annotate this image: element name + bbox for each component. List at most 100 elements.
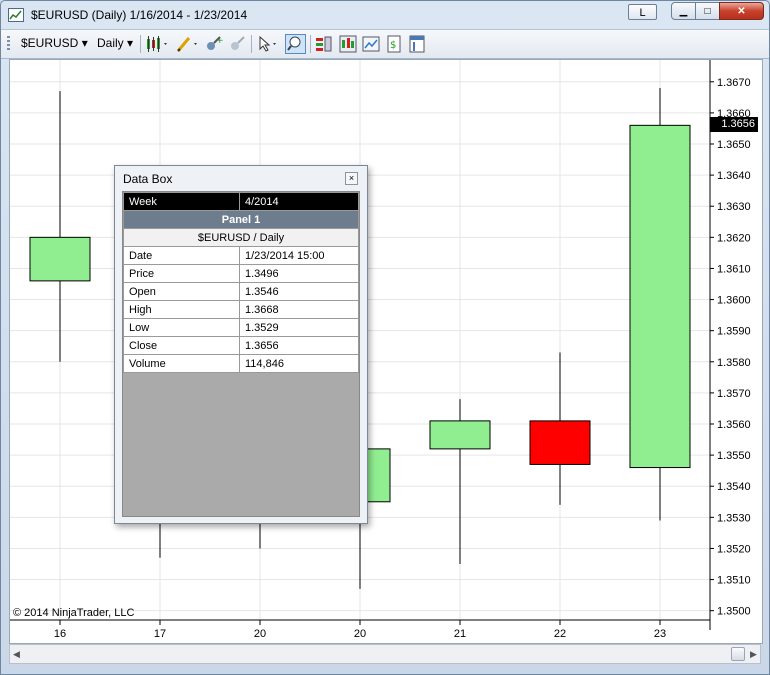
data-box-table: Week 4/2014 Panel 1 $EURUSD / Daily Date… (123, 192, 359, 373)
window-title: $EURUSD (Daily) 1/16/2014 - 1/23/2014 (31, 8, 248, 22)
instrument-label: $EURUSD (21, 36, 79, 50)
row-value: 1.3546 (239, 282, 359, 301)
instrument-row: $EURUSD / Daily (123, 228, 359, 247)
export-icon[interactable]: $ (385, 35, 403, 53)
row-value: 1.3668 (239, 300, 359, 319)
row-value: 1.3496 (239, 264, 359, 283)
candle-body[interactable] (529, 420, 591, 465)
toolbar-grip[interactable] (7, 36, 10, 52)
candle-body[interactable] (429, 420, 491, 450)
row-label: Close (123, 336, 240, 355)
table-row: Open 1.3546 (123, 282, 359, 301)
row-label: Low (123, 318, 240, 337)
y-tick-label: 1.3590 (717, 326, 751, 338)
scroll-left-icon[interactable]: ◀ (13, 649, 20, 660)
drawing-tools-icon[interactable] (176, 35, 197, 53)
scroll-right-icon[interactable]: ▶ (750, 649, 757, 660)
chart-window: $EURUSD (Daily) 1/16/2014 - 1/23/2014 L … (0, 0, 770, 675)
row-label: Volume (123, 354, 240, 373)
cursor-icon[interactable] (257, 35, 276, 53)
last-price-marker: 1.3656 (710, 117, 758, 133)
minimize-button[interactable]: ▁ (671, 2, 696, 20)
data-box-window[interactable]: Data Box × Week 4/2014 Panel 1 $EURUSD /… (114, 165, 368, 524)
row-label: Date (123, 246, 240, 265)
x-tick-label: 17 (154, 628, 166, 640)
instrument-selector[interactable]: $EURUSD ▾ (21, 36, 88, 50)
candle-body[interactable] (629, 124, 691, 469)
link-button[interactable]: L (628, 4, 657, 20)
chevron-down-icon: ▾ (81, 36, 88, 50)
x-tick-label: 20 (354, 628, 366, 640)
properties-icon[interactable] (408, 35, 426, 53)
x-tick-label: 20 (254, 628, 266, 640)
x-tick-label: 16 (54, 628, 66, 640)
bar-type-icon[interactable] (146, 35, 167, 53)
y-tick-label: 1.3530 (717, 512, 751, 524)
interval-selector[interactable]: Daily ▾ (97, 36, 133, 50)
y-tick-label: 1.3610 (717, 263, 751, 275)
row-value: 1.3529 (239, 318, 359, 337)
y-tick-label: 1.3600 (717, 295, 751, 307)
row-label: High (123, 300, 240, 319)
maximize-button[interactable]: □ (695, 2, 720, 20)
y-tick-label: 1.3500 (717, 606, 751, 618)
y-tick-label: 1.3510 (717, 575, 751, 587)
svg-text:$: $ (390, 40, 396, 51)
zoom-icon[interactable] (285, 34, 306, 54)
indicators-icon[interactable]: + (205, 35, 224, 53)
period-row: Week 4/2014 (123, 192, 359, 211)
row-value: 114,846 (239, 354, 359, 373)
row-label: Open (123, 282, 240, 301)
table-row: High 1.3668 (123, 300, 359, 319)
y-tick-label: 1.3650 (717, 139, 751, 151)
x-tick-label: 23 (654, 628, 666, 640)
row-value: 1/23/2014 15:00 (239, 246, 359, 265)
y-tick-label: 1.3560 (717, 419, 751, 431)
chevron-down-icon: ▾ (127, 36, 134, 50)
table-row: Close 1.3656 (123, 336, 359, 355)
row-label: Price (123, 264, 240, 283)
horizontal-scrollbar[interactable]: ◀ ▶ (9, 644, 761, 664)
scroll-thumb[interactable] (731, 647, 745, 661)
data-box-icon[interactable] (315, 35, 333, 53)
y-tick-label: 1.3620 (717, 232, 751, 244)
y-tick-label: 1.3540 (717, 481, 751, 493)
chart-style-icon[interactable] (362, 35, 380, 53)
strategies-icon[interactable] (229, 35, 247, 53)
toolbar-separator (140, 35, 141, 53)
row-value: 1.3656 (239, 336, 359, 355)
svg-text:+: + (216, 36, 223, 46)
period-value: 4/2014 (239, 192, 359, 211)
chart-toolbar: $EURUSD ▾ Daily ▾ + $ (1, 29, 769, 59)
y-tick-label: 1.3670 (717, 77, 751, 89)
chart-trader-icon[interactable] (339, 35, 357, 53)
y-tick-label: 1.3630 (717, 201, 751, 213)
data-box-body: Week 4/2014 Panel 1 $EURUSD / Daily Date… (122, 191, 360, 517)
close-button[interactable]: ✕ (719, 2, 764, 20)
y-tick-label: 1.3570 (717, 388, 751, 400)
period-label: Week (123, 192, 240, 211)
table-row: Date 1/23/2014 15:00 (123, 246, 359, 265)
close-icon: × (348, 173, 355, 183)
copyright-label: © 2014 NinjaTrader, LLC (13, 607, 134, 619)
data-box-title: Data Box (123, 172, 173, 186)
interval-label: Daily (97, 36, 124, 50)
minimize-icon: ▁ (679, 5, 688, 17)
table-row: Price 1.3496 (123, 264, 359, 283)
toolbar-separator (310, 35, 311, 53)
y-tick-label: 1.3640 (717, 170, 751, 182)
x-tick-label: 22 (554, 628, 566, 640)
panel-label: Panel 1 (123, 210, 359, 229)
data-box-close-button[interactable]: × (345, 172, 358, 185)
title-bar[interactable]: $EURUSD (Daily) 1/16/2014 - 1/23/2014 L … (1, 1, 769, 29)
maximize-icon: □ (704, 5, 711, 17)
y-tick-label: 1.3580 (717, 357, 751, 369)
chart-app-icon (8, 8, 24, 22)
panel-row: Panel 1 (123, 210, 359, 229)
y-tick-label: 1.3550 (717, 450, 751, 462)
toolbar-separator (251, 35, 252, 53)
instrument-line: $EURUSD / Daily (123, 228, 359, 247)
table-row: Volume 114,846 (123, 354, 359, 373)
x-tick-label: 21 (454, 628, 466, 640)
candle-body[interactable] (29, 236, 91, 282)
